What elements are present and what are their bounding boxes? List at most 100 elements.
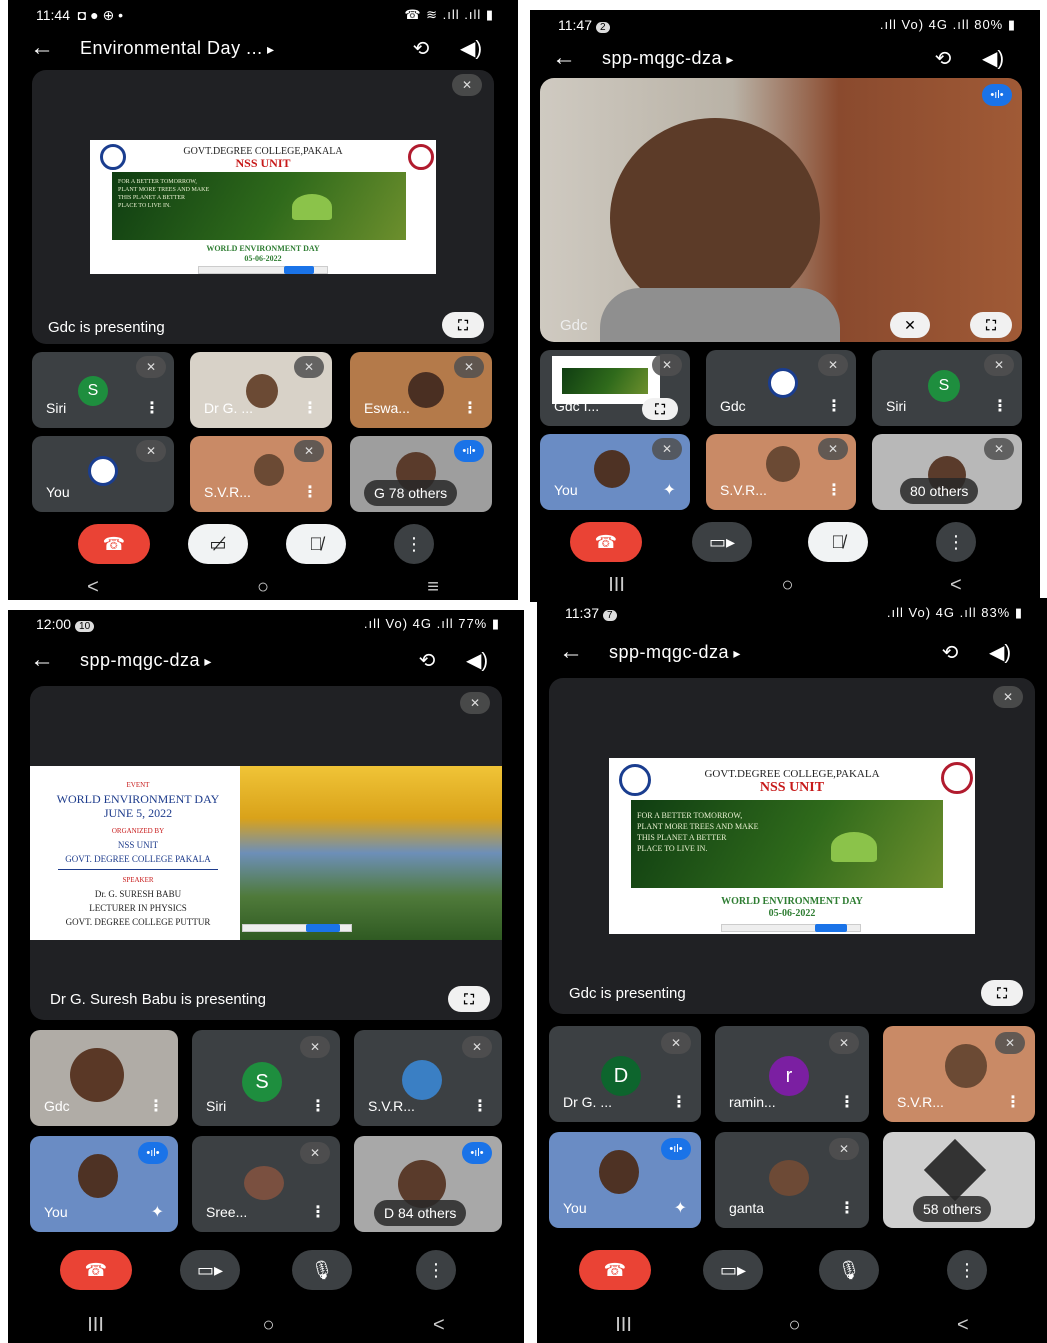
slide-speaker-title: LECTURER IN PHYSICS [89,903,187,913]
participant-tile[interactable]: •ıl• You ✦ [30,1136,178,1232]
nav-home-button[interactable]: ○ [262,1314,274,1337]
meeting-title[interactable]: Environmental Day ... [80,38,396,59]
back-arrow-icon[interactable]: ← [30,34,80,62]
participant-tile[interactable]: ✕ Gdc I... ⛶ [540,350,690,426]
mic-off-button[interactable]: 🎙̸ [286,524,346,564]
more-options-icon[interactable]: ⋮ [839,1198,855,1218]
back-arrow-icon[interactable]: ← [559,638,609,666]
participant-tile[interactable]: Gdc ⋮ [30,1030,178,1126]
more-options-icon[interactable]: ⋮ [826,480,842,500]
participant-tile[interactable]: ✕ You ✦ [540,434,690,510]
effects-icon[interactable]: ✦ [663,480,676,500]
expand-icon[interactable]: ⛶ [442,312,484,338]
more-options-button[interactable]: ⋮ [947,1250,987,1290]
more-options-icon[interactable]: ⋮ [839,1092,855,1112]
participant-tile[interactable]: ✕ Gdc ⋮ [706,350,856,426]
nav-back-button[interactable]: < [433,1314,445,1337]
camera-flip-icon[interactable]: ⟲ [918,46,968,71]
participant-photo [78,1154,118,1198]
participant-photo [594,450,630,488]
participant-tile[interactable]: r ✕ ramin... ⋮ [715,1026,869,1122]
participant-tile[interactable]: ✕ Dr G. ... ⋮ [190,352,332,428]
camera-button[interactable]: ▭▸ [703,1250,763,1290]
participant-shirt [600,288,840,342]
shared-slide: GOVT.DEGREE COLLEGE,PAKALA NSS UNIT FOR … [90,140,436,274]
participant-tile[interactable]: ✕ S.V.R... ⋮ [354,1030,502,1126]
more-options-icon[interactable]: ⋮ [826,396,842,416]
participant-tile[interactable]: ✕ S.V.R... ⋮ [706,434,856,510]
participant-tile[interactable]: ✕ Sree... ⋮ [192,1136,340,1232]
effects-icon[interactable]: ✦ [151,1202,164,1222]
more-options-icon[interactable]: ⋮ [148,1096,164,1116]
participant-tile-others[interactable]: ✕ 80 others [872,434,1022,510]
end-call-button[interactable]: ☎ [60,1250,132,1290]
mic-off-icon: ✕ [993,686,1023,708]
camera-flip-icon[interactable]: ⟲ [396,36,446,61]
participant-tile-others[interactable]: •ıl• G 78 others [350,436,492,512]
participant-tile-others[interactable]: 58 others [883,1132,1035,1228]
back-arrow-icon[interactable]: ← [552,44,602,72]
camera-flip-icon[interactable]: ⟲ [925,640,975,665]
more-options-icon[interactable]: ⋮ [472,1096,488,1116]
mic-button[interactable]: 🎙 [292,1250,352,1290]
more-options-button[interactable]: ⋮ [936,522,976,562]
participant-tile[interactable]: S ✕ Siri ⋮ [872,350,1022,426]
mic-off-button[interactable]: 🎙̸ [808,522,868,562]
nav-back-button[interactable]: < [87,576,99,599]
participant-tile[interactable]: ✕ ganta ⋮ [715,1132,869,1228]
participant-tile-others[interactable]: •ıl• D 84 others [354,1136,502,1232]
more-options-icon[interactable]: ⋮ [310,1202,326,1222]
mic-button[interactable]: 🎙 [819,1250,879,1290]
meeting-title[interactable]: spp-mqgc-dza [80,650,402,671]
nav-recents-button[interactable]: III [608,574,625,597]
expand-icon[interactable]: ⛶ [981,980,1023,1006]
nav-recents-button[interactable]: III [615,1314,632,1337]
end-call-button[interactable]: ☎ [78,524,150,564]
more-options-icon[interactable]: ⋮ [302,398,318,418]
nav-back-button[interactable]: < [950,574,962,597]
camera-button[interactable]: ▭▸ [180,1250,240,1290]
more-options-icon[interactable]: ⋮ [992,396,1008,416]
more-options-icon[interactable]: ⋮ [462,398,478,418]
more-options-button[interactable]: ⋮ [394,524,434,564]
expand-icon[interactable]: ⛶ [642,398,678,420]
nav-home-button[interactable]: ○ [781,574,793,597]
participant-tile[interactable]: ✕ S.V.R... ⋮ [190,436,332,512]
participant-tile[interactable]: ✕ You [32,436,174,512]
more-options-icon[interactable]: ⋮ [1005,1092,1021,1112]
more-options-icon[interactable]: ⋮ [302,482,318,502]
speaker-icon[interactable]: ◀) [968,46,1018,71]
more-options-icon[interactable]: ⋮ [671,1092,687,1112]
camera-off-button[interactable]: ▭̸ [188,524,248,564]
nav-recents-button[interactable]: III [87,1314,104,1337]
speaker-icon[interactable]: ◀) [975,640,1025,665]
participant-tile[interactable]: •ıl• You ✦ [549,1132,701,1228]
pin-off-icon[interactable]: ✕ [890,312,930,338]
back-arrow-icon[interactable]: ← [30,646,80,674]
participant-tile[interactable]: ✕ Eswa... ⋮ [350,352,492,428]
speaker-icon[interactable]: ◀) [446,36,496,61]
mic-off-icon: ✕ [818,354,848,376]
expand-icon[interactable]: ⛶ [970,312,1012,338]
participant-tile[interactable]: ✕ S.V.R... ⋮ [883,1026,1035,1122]
end-call-button[interactable]: ☎ [579,1250,651,1290]
meeting-title[interactable]: spp-mqgc-dza [609,642,925,663]
end-call-button[interactable]: ☎ [570,522,642,562]
speaker-icon[interactable]: ◀) [452,648,502,673]
nav-recents-button[interactable]: ≡ [427,576,439,599]
camera-flip-icon[interactable]: ⟲ [402,648,452,673]
more-options-icon[interactable]: ⋮ [310,1096,326,1116]
more-options-icon[interactable]: ⋮ [144,398,160,418]
nav-home-button[interactable]: ○ [788,1314,800,1337]
participant-tile[interactable]: S ✕ Siri ⋮ [32,352,174,428]
more-options-button[interactable]: ⋮ [416,1250,456,1290]
meeting-title[interactable]: spp-mqgc-dza [602,48,918,69]
mic-off-icon: ✕ [818,438,848,460]
participant-tile[interactable]: S ✕ Siri ⋮ [192,1030,340,1126]
participant-tile[interactable]: D ✕ Dr G. ... ⋮ [549,1026,701,1122]
nav-back-button[interactable]: < [957,1314,969,1337]
camera-button[interactable]: ▭▸ [692,522,752,562]
effects-icon[interactable]: ✦ [674,1198,687,1218]
nav-home-button[interactable]: ○ [257,576,269,599]
expand-icon[interactable]: ⛶ [448,986,490,1012]
